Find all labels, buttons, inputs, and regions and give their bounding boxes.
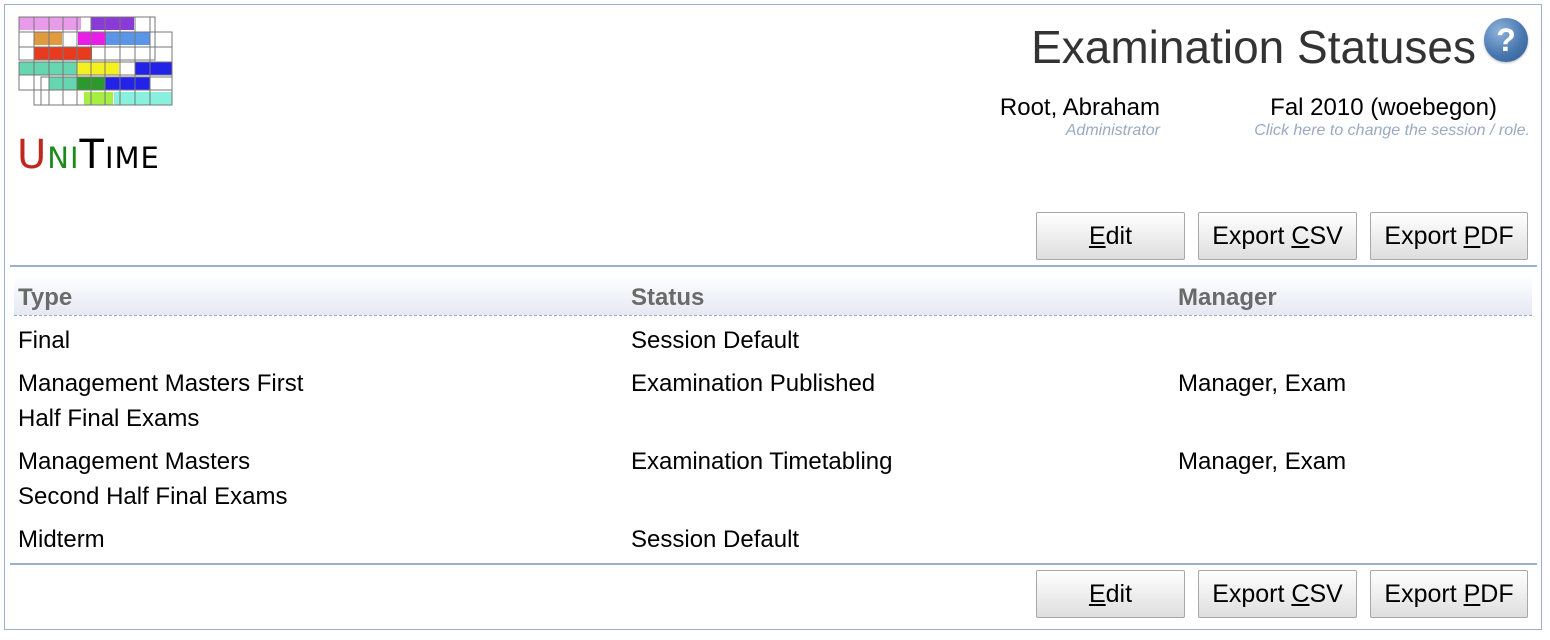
cell-type-line2: Second Half Final Exams xyxy=(18,483,288,510)
edit-button[interactable]: Edit xyxy=(1036,212,1185,260)
question-mark-icon[interactable]: ? xyxy=(1484,18,1528,62)
column-header-type[interactable]: Type xyxy=(18,284,72,312)
table-header: Type Status Manager xyxy=(14,276,1532,316)
user-name: Root, Abraham xyxy=(999,94,1160,121)
edit-button[interactable]: Edit xyxy=(1036,570,1185,618)
logo-grid-graphic xyxy=(18,16,173,106)
cell-type: Management Masters First xyxy=(18,370,304,397)
cell-status: Examination Published xyxy=(631,370,876,397)
column-header-status[interactable]: Status xyxy=(631,284,704,312)
cell-type: Final xyxy=(18,327,71,354)
cell-type: Management Masters xyxy=(18,448,251,475)
export-pdf-button[interactable]: Export P DF xyxy=(1370,212,1528,260)
toolbar-top: Edit Export C SV Export P DF xyxy=(1036,212,1528,260)
logo-wordmark: UNITIME xyxy=(17,132,160,176)
footer-divider xyxy=(10,563,1537,565)
unitime-logo[interactable]: UNITIME xyxy=(16,14,176,179)
user-role: Administrator xyxy=(1065,122,1160,139)
logo-letter-u: U xyxy=(17,132,48,178)
user-info[interactable]: Root, Abraham Administrator xyxy=(1000,94,1160,140)
cell-manager: Manager, Exam xyxy=(1178,448,1347,475)
cell-status: Session Default xyxy=(631,526,800,553)
cell-manager: Manager, Exam xyxy=(1178,370,1347,397)
export-csv-button[interactable]: Export C SV xyxy=(1198,570,1357,618)
header-divider xyxy=(10,265,1537,267)
column-header-manager[interactable]: Manager xyxy=(1178,284,1277,312)
export-pdf-button[interactable]: Export P DF xyxy=(1370,570,1528,618)
cell-status: Session Default xyxy=(631,327,800,354)
session-change-hint: Click here to change the session / role. xyxy=(1254,122,1530,139)
export-csv-button[interactable]: Export C SV xyxy=(1198,212,1357,260)
session-name: Fal 2010 (woebegon) xyxy=(1270,94,1497,121)
cell-type: Midterm xyxy=(18,526,105,553)
cell-status: Examination Timetabling xyxy=(631,448,893,475)
logo-letters-ime: IME xyxy=(104,141,160,175)
session-info[interactable]: Fal 2010 (woebegon) Click here to change… xyxy=(1254,94,1530,140)
logo-letters-n: NI xyxy=(47,141,80,175)
cell-type-line2: Half Final Exams xyxy=(18,405,200,432)
toolbar-bottom: Edit Export C SV Export P DF xyxy=(1036,570,1528,618)
page-title: Examination Statuses xyxy=(1031,21,1476,73)
logo-letter-t: T xyxy=(79,132,105,178)
